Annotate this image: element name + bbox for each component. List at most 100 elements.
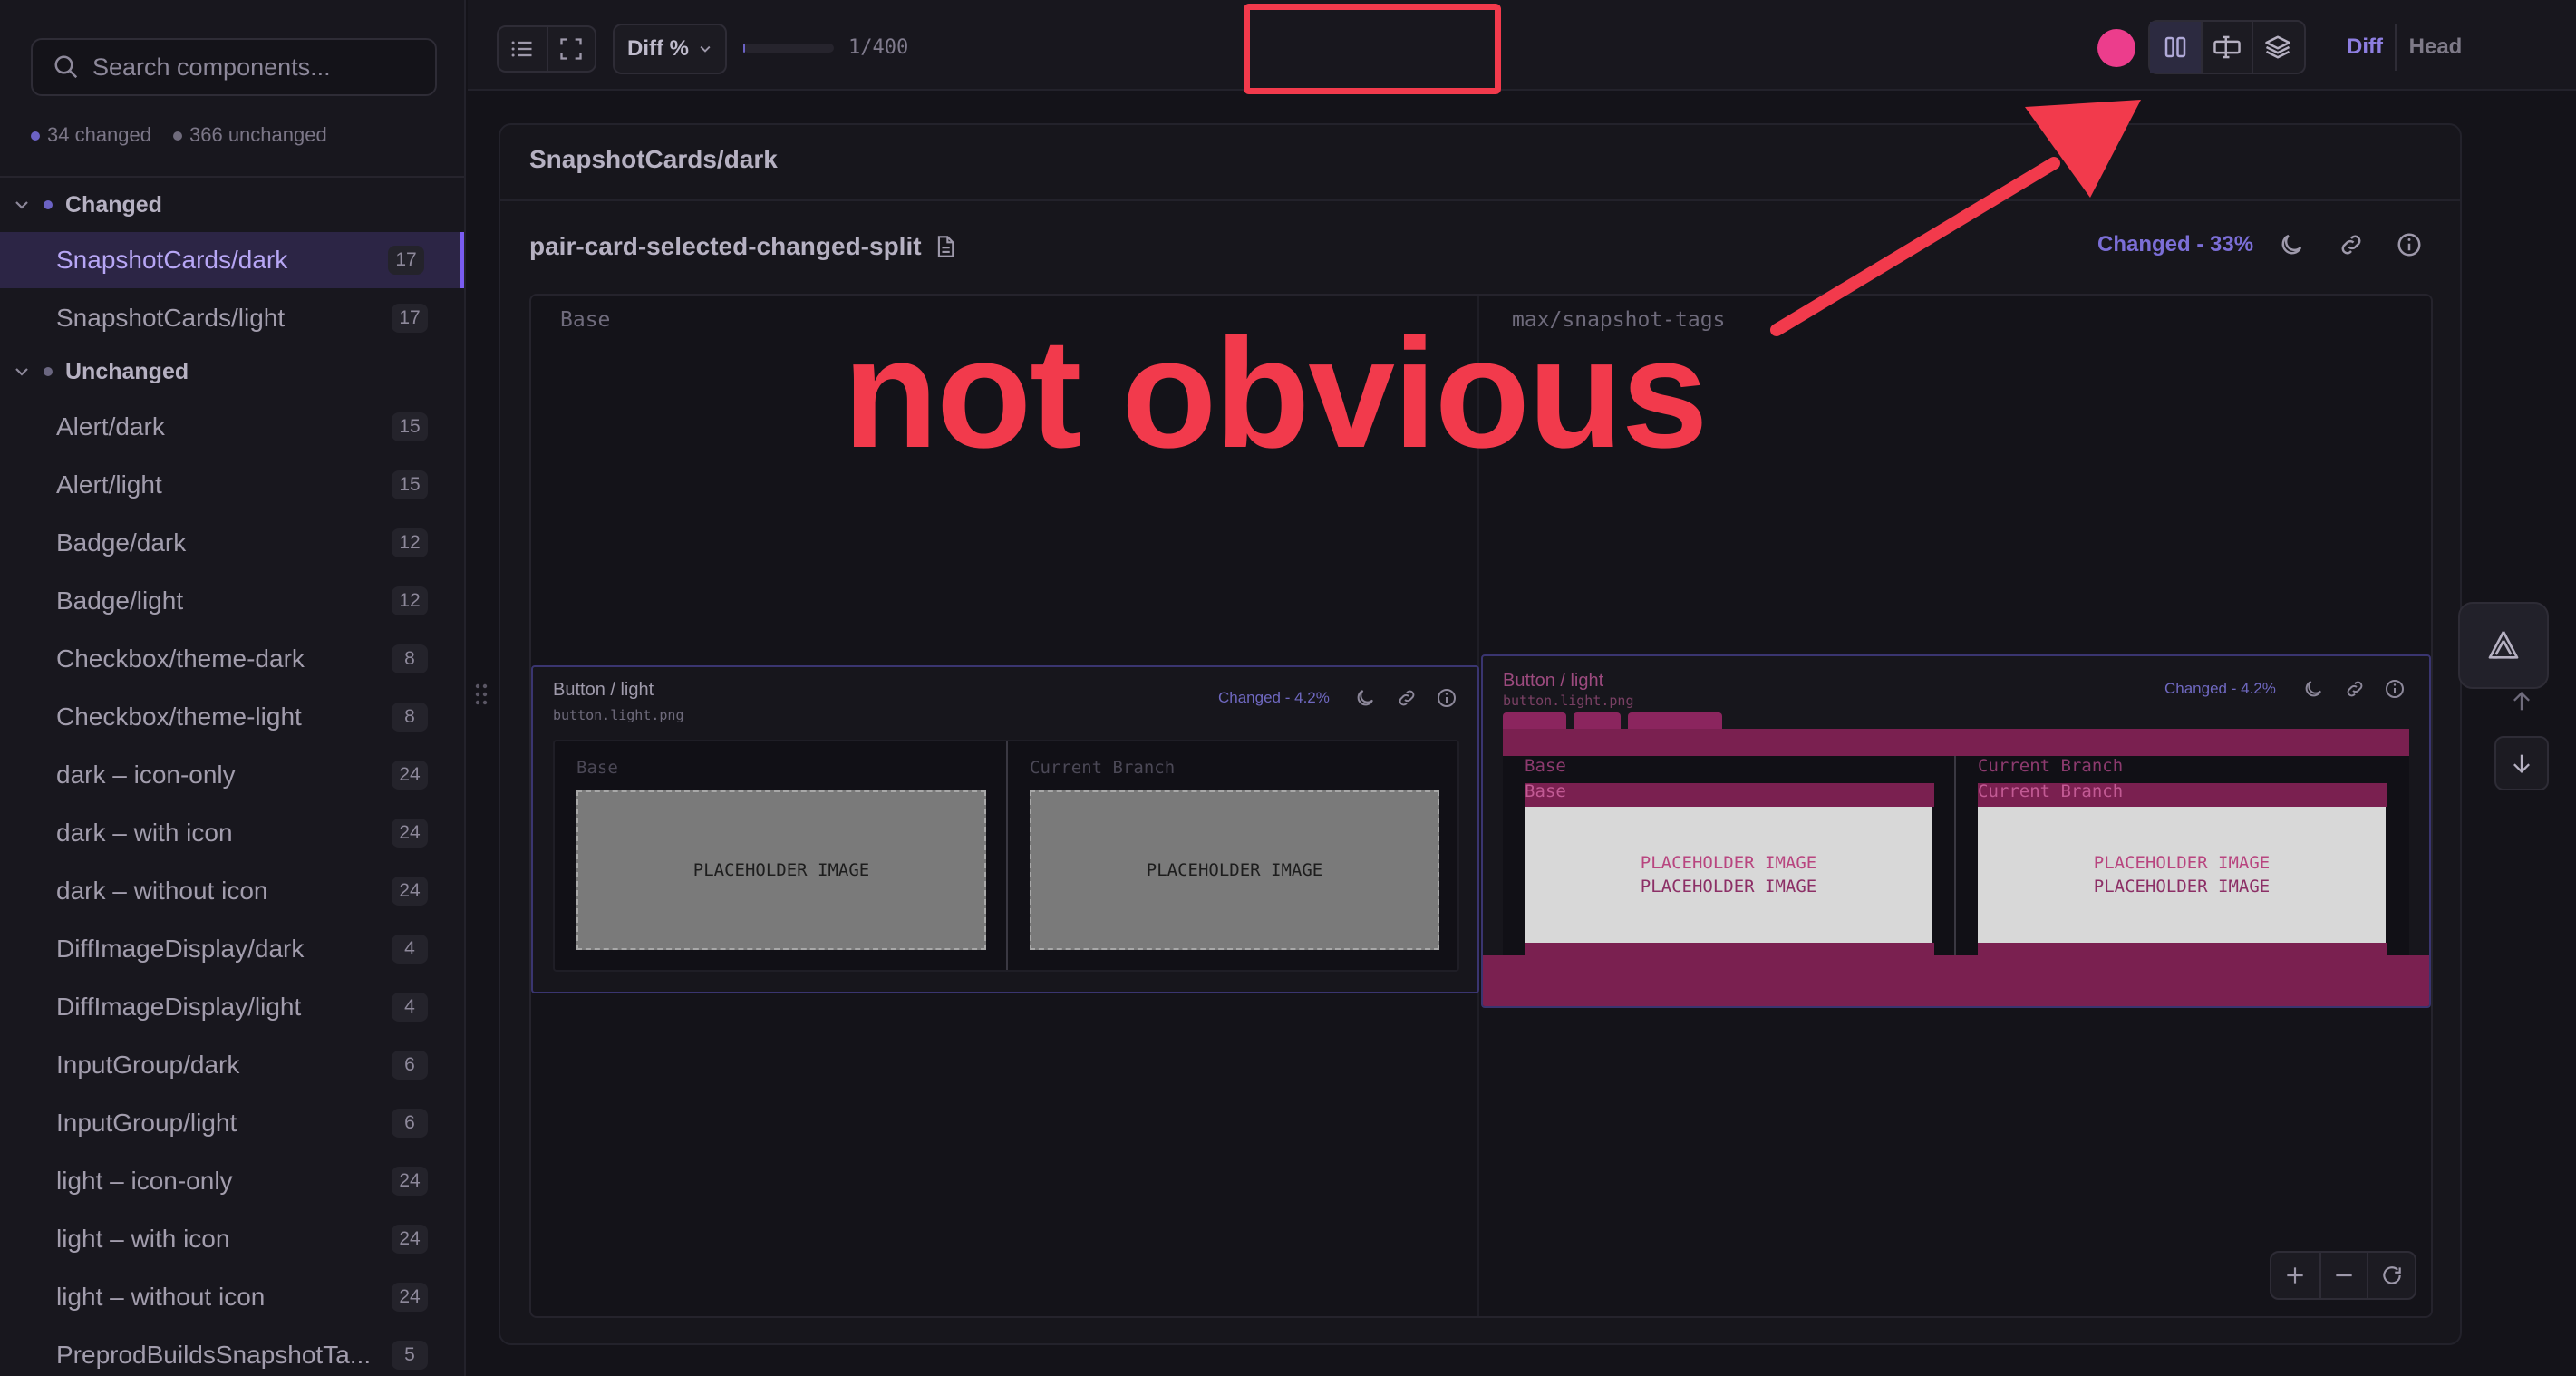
count-badge: 24 (392, 1225, 428, 1254)
sidebar-item-label: PreprodBuildsSnapshotTa... (56, 1341, 372, 1369)
sidebar-item[interactable]: Checkbox/theme-dark 8 (0, 631, 464, 687)
placeholder-text: PLACEHOLDER IMAGE (2093, 853, 2271, 873)
unchanged-count: 366 unchanged (173, 123, 327, 147)
link-icon[interactable] (1396, 687, 1418, 709)
sidebar-item[interactable]: SnapshotCards/light 17 (0, 290, 464, 346)
sidebar-item-label: Alert/light (56, 470, 162, 499)
moon-icon[interactable] (2302, 678, 2324, 700)
fullscreen-button[interactable] (546, 27, 595, 71)
card-panes: Base Current Branch Base Current Branch … (1503, 756, 2409, 955)
drag-handle-icon[interactable] (473, 682, 489, 707)
split-mode-button[interactable] (2150, 22, 2201, 73)
sort-dropdown[interactable]: Diff % (613, 24, 727, 74)
chevron-down-icon (15, 368, 28, 376)
count-badge: 5 (392, 1341, 428, 1370)
sidebar-item[interactable]: dark – with icon 24 (0, 805, 464, 861)
group-dot (44, 200, 53, 209)
pane-divider (1954, 756, 1956, 955)
info-icon[interactable] (2384, 678, 2406, 700)
sidebar-item-label: Badge/dark (56, 528, 187, 557)
chevron-down-icon (15, 201, 28, 209)
zoom-controls (2270, 1251, 2416, 1300)
next-button[interactable] (2494, 736, 2549, 790)
sidebar-item-label: SnapshotCards/light (56, 304, 286, 332)
sidebar-item-label: InputGroup/dark (56, 1051, 240, 1079)
info-button[interactable] (2391, 227, 2427, 263)
placeholder-text: PLACEHOLDER IMAGE (1146, 860, 1323, 880)
sidebar-divider (0, 176, 464, 178)
progress-bar (743, 44, 834, 53)
sidebar-item-label: dark – icon-only (56, 761, 236, 789)
count-badge: 15 (392, 470, 428, 499)
sidebar-item[interactable]: InputGroup/light 6 (0, 1095, 464, 1151)
zoom-reset-button[interactable] (2367, 1253, 2415, 1298)
group-unchanged[interactable]: Unchanged (13, 354, 189, 390)
moon-icon[interactable] (1354, 687, 1376, 709)
sidebar-item[interactable]: dark – icon-only 24 (0, 747, 464, 803)
sidebar-item[interactable]: PreprodBuildsSnapshotTa... 5 (0, 1327, 464, 1376)
chevron-down-icon (700, 45, 711, 53)
placeholder-text: PLACEHOLDER IMAGE (2093, 877, 2271, 896)
group-changed[interactable]: Changed (13, 187, 162, 223)
snapshot-card-diff: Button / light button.light.png Changed … (1481, 654, 2431, 1008)
copy-link-button[interactable] (2333, 227, 2369, 263)
toolbar: Diff % 1/400 Diff Head (468, 0, 2576, 91)
arrow-down-icon (2513, 754, 2530, 773)
card-filename: button.light.png (1503, 693, 1634, 709)
zoom-in-button[interactable] (2271, 1253, 2319, 1298)
overlay-color-picker[interactable] (2097, 29, 2135, 67)
sidebar-item-label: Checkbox/theme-dark (56, 644, 305, 673)
theme-toggle-button[interactable] (2273, 227, 2310, 263)
list-view-button[interactable] (499, 27, 547, 71)
diff-highlight (1525, 783, 1934, 807)
zoom-out-button[interactable] (2319, 1253, 2368, 1298)
annotation-text: not obvious (843, 306, 1709, 480)
sidebar-item[interactable]: Checkbox/theme-light 8 (0, 689, 464, 745)
overlay-mode-button[interactable] (2252, 22, 2302, 73)
progress-fill (743, 44, 745, 53)
sidebar-item[interactable]: light – without icon 24 (0, 1269, 464, 1325)
unchanged-count-label: 366 unchanged (189, 123, 327, 146)
sidebar-item[interactable]: dark – without icon 24 (0, 863, 464, 919)
text-cursor-box-icon (2213, 35, 2241, 59)
tab-diff[interactable]: Diff (2335, 24, 2395, 71)
count-badge: 24 (392, 761, 428, 790)
story-name: pair-card-selected-changed-split (529, 232, 956, 261)
compare-mode-group (2148, 20, 2306, 74)
previous-button[interactable] (2494, 674, 2549, 729)
info-icon[interactable] (1436, 687, 1457, 709)
list-icon (512, 41, 532, 57)
count-badge: 24 (392, 1167, 428, 1196)
pane-label-base: Base (1525, 756, 1566, 776)
sidebar-item[interactable]: Badge/dark 12 (0, 515, 464, 571)
sidebar-item[interactable]: SnapshotCards/dark 17 (0, 232, 464, 288)
sidebar-item[interactable]: DiffImageDisplay/dark 4 (0, 921, 464, 977)
tab-head[interactable]: Head (2395, 24, 2474, 71)
count-badge: 8 (392, 703, 428, 732)
view-toggle-group (497, 25, 596, 73)
count-badge: 6 (392, 1051, 428, 1080)
sidebar-item-label: Alert/dark (56, 412, 165, 441)
sidebar-item[interactable]: InputGroup/dark 6 (0, 1037, 464, 1093)
sidebar-item-label: Checkbox/theme-light (56, 703, 302, 731)
search-box[interactable] (31, 38, 437, 96)
placeholder-text: PLACEHOLDER IMAGE (692, 860, 870, 880)
sidebar-item[interactable]: light – icon-only 24 (0, 1153, 464, 1209)
count-badge: 8 (392, 644, 428, 673)
link-icon[interactable] (2344, 678, 2366, 700)
moon-icon (2281, 234, 2302, 255)
search-input[interactable] (92, 53, 419, 82)
placeholder-text: PLACEHOLDER IMAGE (1640, 877, 1817, 896)
diff-highlight (1978, 943, 2387, 955)
count-badge: 24 (392, 877, 428, 906)
sidebar-item-label: SnapshotCards/dark (56, 246, 288, 274)
sidebar-item[interactable]: Badge/light 12 (0, 573, 464, 629)
count-badge: 4 (392, 993, 428, 1022)
sidebar-item[interactable]: DiffImageDisplay/light 4 (0, 979, 464, 1035)
sidebar-item[interactable]: light – with icon 24 (0, 1211, 464, 1267)
sidebar-item[interactable]: Alert/dark 15 (0, 399, 464, 455)
wipe-mode-button[interactable] (2201, 22, 2252, 73)
page-title: SnapshotCards/dark (529, 145, 778, 173)
sidebar-item[interactable]: Alert/light 15 (0, 457, 464, 513)
file-icon[interactable] (935, 235, 956, 258)
